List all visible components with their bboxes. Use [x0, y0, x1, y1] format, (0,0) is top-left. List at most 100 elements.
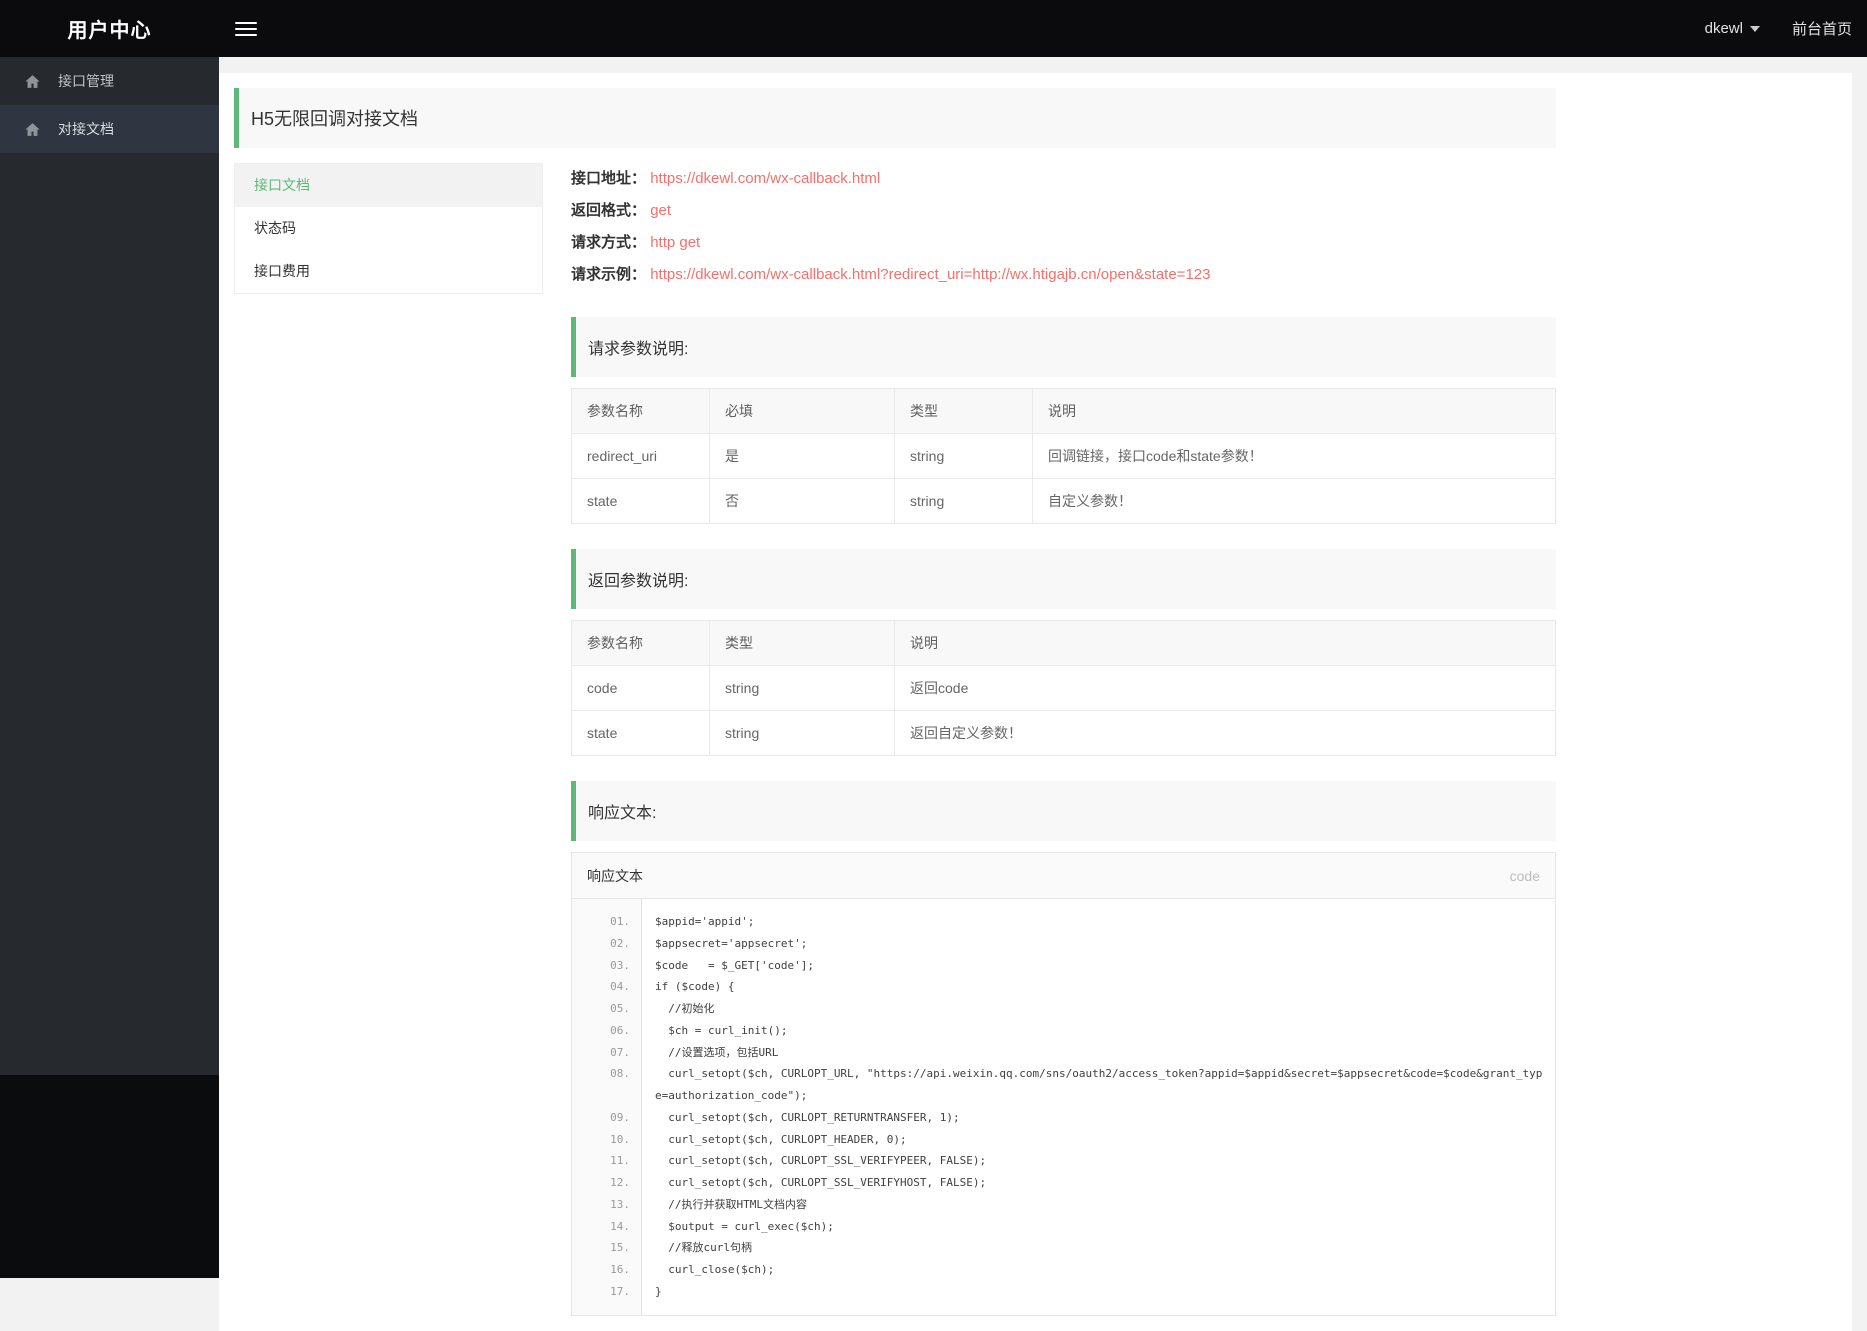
code-text: //初始化: [655, 1002, 715, 1015]
column-header: 参数名称: [571, 620, 710, 666]
code-block: 响应文本 code 01. $appid='appid'; 02. $appsecr…: [571, 852, 1556, 1316]
sidebar-item-docs[interactable]: 对接文档: [0, 105, 219, 153]
code-line: 16. curl_close($ch);: [572, 1259, 1555, 1281]
code-line: 09. curl_setopt($ch, CURLOPT_RETURNTRANS…: [572, 1107, 1555, 1129]
line-number: 14.: [610, 1219, 630, 1233]
hamburger-menu-icon[interactable]: [235, 18, 257, 40]
line-number: 17.: [610, 1284, 630, 1298]
return-format-line: 返回格式： get: [571, 195, 1556, 227]
line-number: 02.: [610, 936, 630, 950]
table-row: code string 返回code: [571, 665, 1556, 711]
home-icon: [25, 74, 40, 88]
request-params-table: 参数名称 必填 类型 说明 redirect_uri 是 string 回调链接…: [571, 388, 1556, 524]
cell: state: [571, 478, 710, 524]
table-row: redirect_uri 是 string 回调链接，接口code和state参…: [571, 433, 1556, 479]
line-number: 08.: [610, 1067, 630, 1081]
username: dkewl: [1704, 20, 1743, 37]
cell: 回调链接，接口code和state参数！: [1032, 433, 1556, 479]
code-text: curl_setopt($ch, CURLOPT_SSL_VERIFYPEER,…: [655, 1154, 987, 1168]
app-logo: 用户中心: [67, 20, 152, 42]
request-method-value: http get: [650, 234, 701, 251]
front-home-link[interactable]: 前台首页: [1792, 18, 1852, 39]
code-block-header: 响应文本 code: [572, 853, 1555, 899]
code-text: //设置选项，包括URL: [655, 1045, 779, 1059]
response-params-title: 返回参数说明:: [571, 549, 1556, 609]
column-header: 类型: [894, 388, 1033, 434]
info-label: 请求示例：: [571, 266, 647, 283]
info-label: 接口地址：: [571, 170, 647, 187]
response-params-table: 参数名称 类型 说明 code string 返回code state stri…: [571, 620, 1556, 756]
request-method-line: 请求方式： http get: [571, 227, 1556, 259]
code-text: curl_setopt($ch, CURLOPT_RETURNTRANSFER,…: [655, 1110, 960, 1124]
column-header: 必填: [709, 388, 895, 434]
main-area: H5无限回调对接文档 接口文档 状态码 接口费用 接口地址： https://d…: [219, 57, 1867, 1331]
home-icon: [25, 122, 40, 136]
code-text: $appsecret='appsecret';: [655, 936, 808, 950]
line-number: 15.: [610, 1241, 630, 1255]
sidebar-item-label: 对接文档: [58, 121, 114, 137]
submenu-item-api-fee[interactable]: 接口费用: [235, 250, 542, 293]
line-number: 01.: [610, 915, 630, 928]
request-params-title: 请求参数说明:: [571, 317, 1556, 377]
cell: string: [709, 710, 895, 756]
code-text: $code = $_GET['code'];: [655, 958, 814, 972]
request-example-line: 请求示例： https://dkewl.com/wx-callback.html…: [571, 259, 1556, 291]
line-number: 04.: [610, 980, 630, 994]
code-line: 07. //设置选项，包括URL: [572, 1042, 1555, 1064]
code-text: curl_close($ch);: [655, 1263, 775, 1276]
code-text: //执行并获取HTML文档内容: [655, 1197, 807, 1211]
line-number: 06.: [610, 1023, 630, 1037]
cell: 否: [709, 478, 895, 524]
code-line: 15. //释放curl句柄: [572, 1237, 1555, 1259]
code-text: $ch = curl_init();: [655, 1023, 788, 1037]
top-header: 用户中心 dkewl 前台首页: [0, 0, 1867, 57]
code-line: 08. curl_setopt($ch, CURLOPT_URL, "https…: [572, 1063, 1555, 1107]
cell: 是: [709, 433, 895, 479]
code-line: 01. $appid='appid';: [572, 911, 1555, 933]
cell: 返回code: [894, 665, 1556, 711]
code-body: 01. $appid='appid'; 02. $appsecret='appsec…: [572, 899, 1555, 1315]
code-block-title: 响应文本: [587, 867, 643, 884]
code-line: 04. if ($code) {: [572, 976, 1555, 998]
api-url-line: 接口地址： https://dkewl.com/wx-callback.html: [571, 163, 1556, 195]
cell: string: [894, 433, 1033, 479]
cell: 自定义参数！: [1032, 478, 1556, 524]
cell: string: [894, 478, 1033, 524]
api-url-link[interactable]: https://dkewl.com/wx-callback.html: [650, 170, 880, 187]
table-row: state string 返回自定义参数！: [571, 710, 1556, 756]
doc-content: 接口地址： https://dkewl.com/wx-callback.html…: [571, 163, 1556, 1316]
code-text: $output = curl_exec($ch);: [655, 1219, 834, 1233]
table-header-row: 参数名称 类型 说明: [571, 620, 1556, 666]
column-header: 说明: [894, 620, 1556, 666]
submenu-item-api-doc[interactable]: 接口文档: [235, 164, 542, 207]
code-line: 10. curl_setopt($ch, CURLOPT_HEADER, 0);: [572, 1129, 1555, 1151]
user-menu[interactable]: dkewl: [1705, 20, 1760, 37]
line-number: 10.: [610, 1132, 630, 1146]
request-example-link[interactable]: https://dkewl.com/wx-callback.html?redir…: [650, 266, 1210, 283]
submenu-item-status-code[interactable]: 状态码: [235, 207, 542, 250]
line-number: 09.: [610, 1110, 630, 1124]
return-format-value: get: [650, 202, 672, 219]
line-number: 11.: [610, 1154, 630, 1168]
code-text: curl_setopt($ch, CURLOPT_HEADER, 0);: [655, 1132, 907, 1146]
table-row: state 否 string 自定义参数！: [571, 478, 1556, 524]
code-language-tag: code: [1509, 867, 1540, 884]
code-text: $appid='appid';: [655, 915, 755, 928]
code-line: 02. $appsecret='appsecret';: [572, 933, 1555, 955]
code-text: //释放curl句柄: [655, 1241, 752, 1255]
code-line: 11. curl_setopt($ch, CURLOPT_SSL_VERIFYP…: [572, 1150, 1555, 1172]
response-text-title: 响应文本:: [571, 781, 1556, 841]
sidebar-item-label: 接口管理: [58, 73, 114, 89]
code-line: 12. curl_setopt($ch, CURLOPT_SSL_VERIFYH…: [572, 1172, 1555, 1194]
sidebar-item-api-management[interactable]: 接口管理: [0, 57, 219, 105]
table-header-row: 参数名称 必填 类型 说明: [571, 388, 1556, 434]
code-line: 17.}: [572, 1281, 1555, 1303]
code-text: curl_setopt($ch, CURLOPT_SSL_VERIFYHOST,…: [655, 1176, 987, 1189]
code-text: curl_setopt($ch, CURLOPT_URL, "https://a…: [655, 1067, 1543, 1102]
cell: state: [571, 710, 710, 756]
code-line: 03. $code = $_GET['code'];: [572, 955, 1555, 977]
cell: 返回自定义参数！: [894, 710, 1556, 756]
line-number: 03.: [610, 958, 630, 972]
code-line: 14. $output = curl_exec($ch);: [572, 1216, 1555, 1238]
chevron-down-icon: [1749, 25, 1760, 32]
